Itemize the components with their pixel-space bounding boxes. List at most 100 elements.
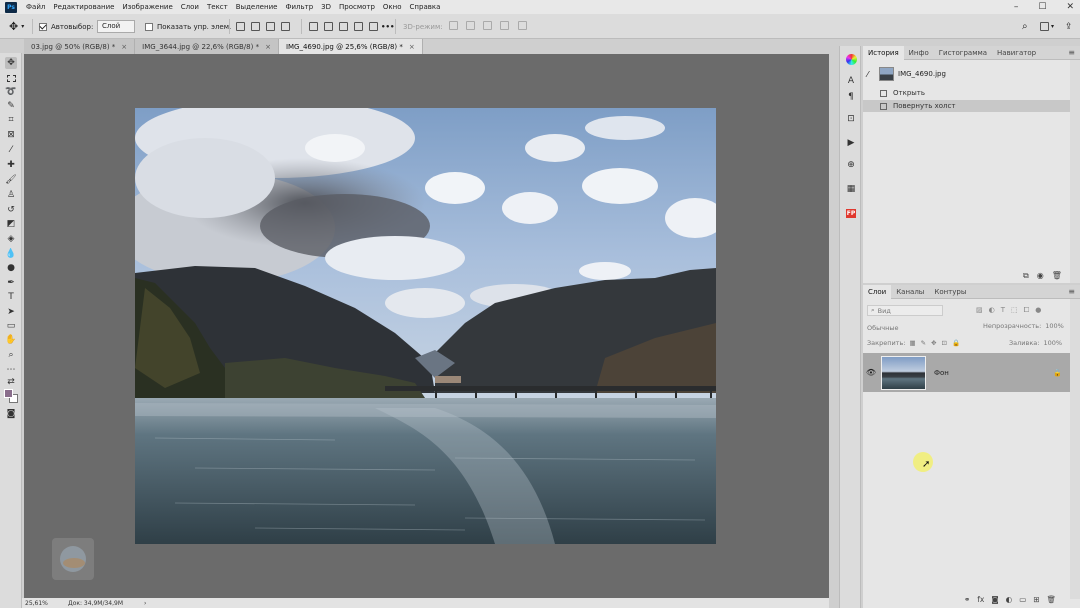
layer-thumbnail[interactable] (881, 355, 926, 390)
history-step-rotate-canvas[interactable]: Повернуть холст (863, 100, 1070, 112)
new-document-from-state-icon[interactable]: ⧉ (1023, 271, 1029, 281)
filter-toggle-icon[interactable]: ● (1035, 306, 1041, 315)
link-layers-icon[interactable]: ⚭ (964, 595, 970, 604)
tab-layers[interactable]: Слои (863, 285, 892, 299)
plugin-pattern-icon[interactable]: ▦ (844, 182, 858, 196)
lock-artboard-icon[interactable]: ⊡ (942, 339, 947, 347)
foreground-color-swatch[interactable] (4, 389, 13, 398)
add-mask-icon[interactable]: ◙ (991, 595, 998, 604)
opacity-value[interactable]: 100% (1045, 322, 1064, 330)
history-brush-tool-icon[interactable]: ↺ (5, 204, 17, 216)
zoom-tool-icon[interactable]: ⌕ (5, 349, 17, 361)
blend-mode-select[interactable]: Обычные (867, 322, 979, 333)
trash-icon[interactable]: 🗑 (1047, 595, 1057, 604)
brush-tool-icon[interactable]: 🖌 (5, 174, 17, 186)
menu-3d[interactable]: 3D (321, 3, 331, 11)
menu-layers[interactable]: Слои (181, 3, 199, 11)
gradient-tool-icon[interactable]: ◈ (5, 233, 17, 245)
menu-filter[interactable]: Фильтр (285, 3, 313, 11)
tab-navigator[interactable]: Навигатор (992, 46, 1041, 60)
align-bottom-icon[interactable] (339, 22, 348, 31)
new-layer-icon[interactable]: ⊞ (1033, 595, 1039, 604)
maximize-button[interactable]: ☐ (1038, 2, 1046, 12)
tab-channels[interactable]: Каналы (891, 285, 929, 299)
blur-tool-icon[interactable]: 💧 (5, 248, 17, 260)
panel-menu-icon[interactable]: ≡ (1068, 46, 1075, 60)
3d-scale-icon[interactable] (517, 21, 527, 30)
properties-panel-icon[interactable]: ⊡ (844, 112, 858, 126)
history-brush-source-icon[interactable]: ⁄ (867, 70, 876, 79)
align-middle-icon[interactable] (324, 22, 333, 31)
tab-img-4690[interactable]: IMG_4690.jpg @ 25,6% (RGB/8) * × (278, 39, 423, 54)
plugin-icon[interactable]: ⊕ (844, 158, 858, 172)
photoshop-logo-icon[interactable]: Ps (5, 1, 17, 13)
layer-row-background[interactable]: 👁 Фон 🔒 (863, 353, 1070, 392)
filter-type-icon[interactable]: T (1001, 306, 1005, 315)
dodge-tool-icon[interactable]: ● (5, 262, 17, 274)
menu-help[interactable]: Справка (410, 3, 441, 11)
distribute-vertical-icon[interactable] (354, 22, 363, 31)
rectangle-tool-icon[interactable]: ▭ (5, 320, 17, 332)
eraser-tool-icon[interactable]: ◩ (5, 218, 17, 230)
healing-brush-tool-icon[interactable]: ✚ (5, 159, 17, 171)
menu-image[interactable]: Изображение (122, 3, 172, 11)
tab-paths[interactable]: Контуры (929, 285, 971, 299)
distribute-icon[interactable] (281, 22, 290, 31)
move-tool-preset[interactable]: ✥ ▾ (9, 14, 24, 39)
menu-edit[interactable]: Редактирование (53, 3, 114, 11)
move-tool-icon[interactable]: ✥ (5, 57, 17, 69)
lock-pixels-icon[interactable]: ✎ (921, 339, 926, 347)
new-group-icon[interactable]: ▭ (1019, 595, 1026, 604)
pen-tool-icon[interactable]: ✒ (5, 277, 17, 289)
menu-select[interactable]: Выделение (236, 3, 278, 11)
3d-roll-icon[interactable] (465, 21, 475, 30)
layer-select-value[interactable]: Слой (97, 20, 135, 33)
lasso-tool-icon[interactable]: ➰ (5, 86, 17, 98)
align-left-icon[interactable] (236, 22, 245, 31)
character-panel-icon[interactable]: A (844, 74, 858, 88)
quick-mask-icon[interactable]: ◙ (5, 408, 17, 420)
3d-slide-icon[interactable] (500, 21, 510, 30)
status-menu-arrow[interactable]: › (144, 600, 146, 607)
marquee-tool-icon[interactable] (5, 72, 17, 84)
show-transform-checkbox[interactable] (145, 22, 153, 31)
history-scrollbar[interactable] (1070, 60, 1080, 283)
autoselect-toggle[interactable]: Автовыбор: (39, 14, 93, 39)
menu-window[interactable]: Окно (383, 3, 402, 11)
filter-shape-icon[interactable]: ⬚ (1011, 306, 1018, 315)
trash-icon[interactable]: 🗑 (1052, 271, 1062, 281)
workspace-button[interactable]: ▾ (1040, 14, 1054, 39)
3d-rotate-icon[interactable] (448, 21, 458, 30)
eye-icon[interactable]: 👁 (863, 368, 879, 377)
clone-stamp-tool-icon[interactable]: ♙ (5, 189, 17, 201)
align-top-icon[interactable] (309, 22, 318, 31)
lock-transparency-icon[interactable]: ▦ (909, 339, 915, 347)
minimize-button[interactable]: – (1014, 2, 1019, 12)
type-tool-icon[interactable]: T (5, 291, 17, 303)
3d-pan-icon[interactable] (483, 21, 493, 30)
autoselect-checkbox[interactable] (39, 22, 47, 31)
filter-adjustment-icon[interactable]: ◐ (989, 306, 995, 315)
tab-histogram[interactable]: Гистограмма (934, 46, 992, 60)
menu-file[interactable]: Файл (26, 3, 45, 11)
quick-select-tool-icon[interactable]: ✎ (5, 100, 17, 112)
fill-value[interactable]: 100% (1043, 339, 1062, 347)
layer-style-icon[interactable]: fx (977, 595, 984, 604)
document-image[interactable] (135, 108, 716, 544)
path-select-tool-icon[interactable]: ➤ (5, 306, 17, 318)
paragraph-panel-icon[interactable]: ¶ (844, 90, 858, 104)
swap-colors-icon[interactable]: ⇄ (5, 376, 17, 388)
layers-scrollbar[interactable] (1070, 299, 1080, 599)
crop-tool-icon[interactable]: ⌗ (5, 114, 17, 126)
layer-name[interactable]: Фон (934, 369, 949, 377)
frame-tool-icon[interactable]: ⊠ (5, 129, 17, 141)
tab-history[interactable]: История (863, 46, 904, 60)
tab-03[interactable]: 03.jpg @ 50% (RGB/8) * × (24, 39, 136, 54)
distribute-horizontal-icon[interactable] (369, 22, 378, 31)
more-tools-icon[interactable]: ⋯ (5, 364, 17, 376)
fp-plugin-icon[interactable]: FP (844, 206, 858, 220)
opacity-control[interactable]: Непрозрачность: 100% (983, 322, 1064, 330)
menu-view[interactable]: Просмотр (339, 3, 375, 11)
color-wheel-icon[interactable] (844, 52, 858, 66)
close-icon[interactable]: × (265, 43, 271, 51)
